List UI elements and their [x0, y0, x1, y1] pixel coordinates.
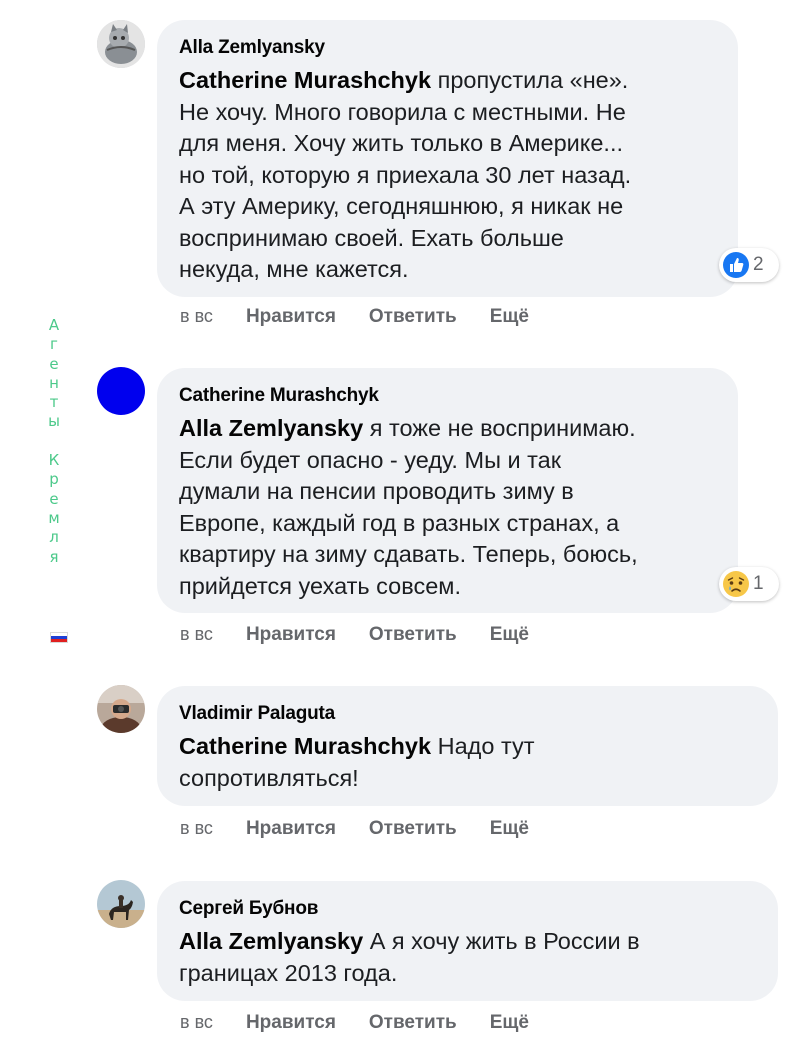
text-line: Не хочу. Много говорила с местными. Не — [179, 98, 626, 125]
avatar[interactable] — [97, 367, 145, 415]
comment-bubble: Alla Zemlyansky Catherine Murashchyk про… — [157, 20, 738, 297]
side-letter: т — [49, 393, 59, 412]
comment-author[interactable]: Alla Zemlyansky — [179, 36, 714, 60]
text-line: воспринимаю своей. Ехать больше — [179, 224, 564, 251]
person-photo-icon — [97, 685, 145, 733]
avatar[interactable] — [97, 20, 145, 68]
text-line: пропустила «не». — [431, 67, 629, 93]
more-button[interactable]: Ещё — [490, 818, 529, 840]
side-letter: ы — [48, 412, 60, 431]
horse-rider-photo-icon — [97, 880, 145, 928]
side-letter: е — [49, 354, 59, 373]
comment-text: Catherine Murashchyk пропустила «не». Не… — [179, 65, 714, 286]
side-letter: К — [48, 451, 60, 470]
timestamp[interactable]: в вс — [180, 818, 213, 839]
text-line: некуда, мне кажется. — [179, 256, 409, 282]
mention-link[interactable]: Catherine Murashchyk — [179, 67, 431, 93]
more-button[interactable]: Ещё — [490, 624, 529, 646]
mention-link[interactable]: Alla Zemlyansky — [179, 415, 363, 441]
text-line: я тоже не воспринимаю. — [363, 415, 636, 441]
text-line: Надо тут — [431, 733, 535, 759]
timestamp[interactable]: в вс — [180, 306, 213, 327]
text-line: прийдется уехать совсем. — [179, 572, 461, 599]
mention-link[interactable]: Alla Zemlyansky — [179, 928, 363, 954]
more-button[interactable]: Ещё — [490, 1012, 529, 1034]
like-button[interactable]: Нравится — [246, 818, 336, 840]
comment-text: Alla Zemlyansky А я хочу жить в России в… — [179, 926, 754, 989]
reply-button[interactable]: Ответить — [369, 1012, 457, 1034]
like-button[interactable]: Нравится — [246, 624, 336, 646]
side-letter: л — [49, 528, 59, 547]
avatar[interactable] — [97, 685, 145, 733]
comment-bubble: Vladimir Palaguta Catherine Murashchyk Н… — [157, 686, 778, 806]
comment-author[interactable]: Catherine Murashchyk — [179, 384, 714, 408]
reaction-summary[interactable]: 2 — [719, 248, 779, 282]
comment-bubble: Catherine Murashchyk Alla Zemlyansky я т… — [157, 368, 738, 613]
side-letter: р — [49, 470, 59, 489]
side-letter: г — [50, 335, 58, 354]
text-line: квартиру на зиму сдавать. Теперь, боюсь, — [179, 541, 638, 567]
mention-link[interactable]: Catherine Murashchyk — [179, 733, 431, 759]
text-line: Если будет опасно - уеду. Мы и так — [179, 446, 561, 473]
avatar[interactable] — [97, 880, 145, 928]
text-line: для меня. Хочу жить только в Америке... — [179, 130, 623, 156]
russian-flag-icon — [50, 632, 68, 643]
text-line: А я хочу жить в России в — [363, 928, 640, 954]
comment-text: Alla Zemlyansky я тоже не воспринимаю. Е… — [179, 413, 714, 602]
like-button[interactable]: Нравится — [246, 1012, 336, 1034]
cat-photo-icon — [97, 20, 145, 68]
side-letter: я — [49, 547, 59, 566]
like-icon — [723, 252, 749, 278]
side-watermark-text: А г е н т ы К р е м л я — [45, 316, 63, 567]
reaction-count: 2 — [753, 254, 764, 275]
text-line: Европе, каждый год в разных странах, а — [179, 509, 620, 536]
side-letter: А — [48, 316, 60, 334]
comment-text: Catherine Murashchyk Надо тут сопротивля… — [179, 731, 754, 794]
reply-button[interactable]: Ответить — [369, 818, 457, 840]
text-line: думали на пенсии проводить зиму в — [179, 478, 574, 504]
reaction-count: 1 — [753, 573, 764, 594]
side-letter: м — [48, 508, 60, 527]
reply-button[interactable]: Ответить — [369, 306, 457, 328]
reply-button[interactable]: Ответить — [369, 624, 457, 646]
timestamp[interactable]: в вс — [180, 1012, 213, 1033]
comment-actions: в вс Нравится Ответить Ещё — [180, 818, 562, 840]
reaction-summary[interactable]: 1 — [719, 567, 779, 601]
more-button[interactable]: Ещё — [490, 306, 529, 328]
text-line: сопротивляться! — [179, 764, 359, 791]
timestamp[interactable]: в вс — [180, 624, 213, 645]
text-line: но той, которую я приехала 30 лет назад. — [179, 161, 632, 188]
comment-actions: в вс Нравится Ответить Ещё — [180, 306, 562, 328]
side-letter: н — [49, 373, 59, 392]
text-line: А эту Америку, сегодняшнюю, я никак не — [179, 193, 624, 219]
like-button[interactable]: Нравится — [246, 306, 336, 328]
sad-icon — [723, 571, 749, 597]
comment-actions: в вс Нравится Ответить Ещё — [180, 624, 562, 646]
comment-author[interactable]: Vladimir Palaguta — [179, 702, 754, 726]
comment-author[interactable]: Сергей Бубнов — [179, 897, 754, 921]
text-line: границах 2013 года. — [179, 959, 398, 986]
side-letter: е — [49, 489, 59, 508]
comment-bubble: Сергей Бубнов Alla Zemlyansky А я хочу ж… — [157, 881, 778, 1001]
comment-actions: в вс Нравится Ответить Ещё — [180, 1012, 562, 1034]
